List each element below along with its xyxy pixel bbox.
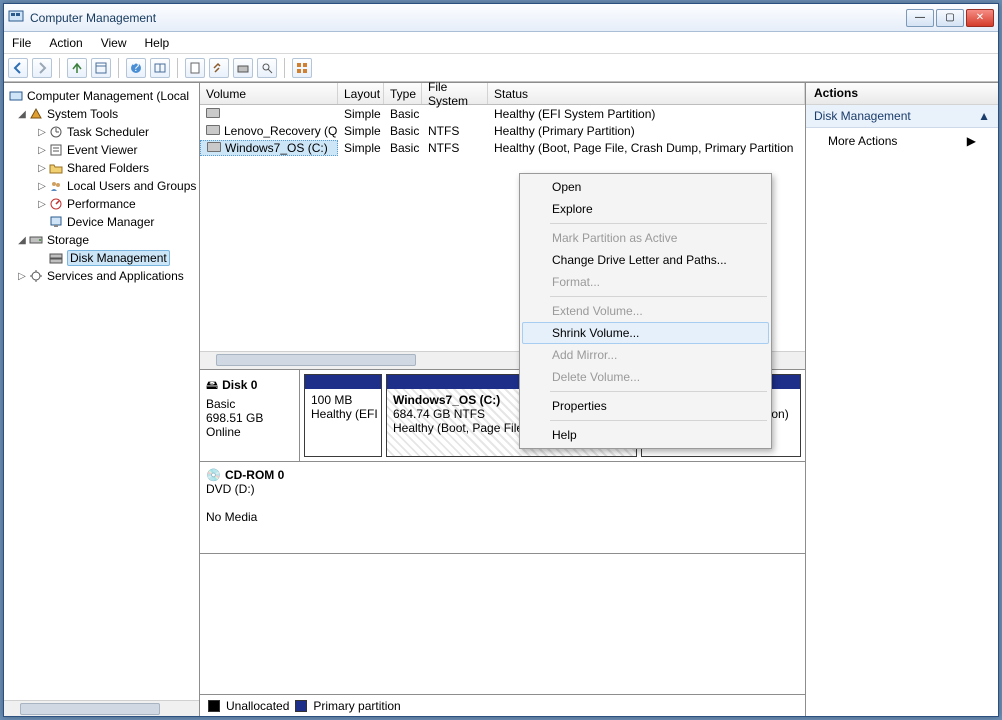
menubar: File Action View Help xyxy=(4,32,998,54)
col-layout[interactable]: Layout xyxy=(338,83,384,104)
ctx-change-letter[interactable]: Change Drive Letter and Paths... xyxy=(522,249,769,271)
tree-disk-management[interactable]: Disk Management xyxy=(4,249,199,267)
legend-primary-label: Primary partition xyxy=(313,699,400,713)
volume-header: Volume Layout Type File System Status xyxy=(200,83,805,105)
ctx-format: Format... xyxy=(522,271,769,293)
collapse-icon: ▲ xyxy=(978,109,990,123)
drive-icon xyxy=(207,142,221,152)
cdrom-header[interactable]: 💿CD-ROM 0 DVD (D:) No Media xyxy=(200,462,300,553)
cdrom-icon: 💿 xyxy=(206,468,221,482)
tool-5[interactable] xyxy=(292,58,312,78)
ctx-mirror: Add Mirror... xyxy=(522,344,769,366)
ctx-delete: Delete Volume... xyxy=(522,366,769,388)
partition-efi[interactable]: 100 MBHealthy (EFI xyxy=(304,374,382,457)
tree-shared-folders[interactable]: ▷Shared Folders xyxy=(4,159,199,177)
tree-performance[interactable]: ▷Performance xyxy=(4,195,199,213)
window-title: Computer Management xyxy=(30,11,904,25)
toolbar: ? xyxy=(4,54,998,82)
tree-storage[interactable]: ◢Storage xyxy=(4,231,199,249)
chevron-right-icon: ▶ xyxy=(967,134,976,148)
col-status[interactable]: Status xyxy=(488,83,805,104)
menu-file[interactable]: File xyxy=(12,36,31,50)
ctx-help[interactable]: Help xyxy=(522,424,769,446)
context-menu: Open Explore Mark Partition as Active Ch… xyxy=(519,173,772,449)
menu-view[interactable]: View xyxy=(101,36,127,50)
tool-1[interactable] xyxy=(185,58,205,78)
ctx-shrink[interactable]: Shrink Volume... xyxy=(522,322,769,344)
tree-device-manager[interactable]: Device Manager xyxy=(4,213,199,231)
legend-unallocated-swatch xyxy=(208,700,220,712)
tree-scrollbar[interactable] xyxy=(4,700,199,716)
titlebar[interactable]: Computer Management — ▢ ✕ xyxy=(4,4,998,32)
disk-row-cdrom: 💿CD-ROM 0 DVD (D:) No Media xyxy=(200,462,805,554)
maximize-button[interactable]: ▢ xyxy=(936,9,964,27)
actions-header: Actions xyxy=(806,83,998,105)
disk-header[interactable]: 🖴Disk 0 Basic 698.51 GB Online xyxy=(200,370,300,461)
volume-row-selected[interactable]: Windows7_OS (C:) Simple Basic NTFS Healt… xyxy=(200,139,805,156)
col-type[interactable]: Type xyxy=(384,83,422,104)
tree-services-apps[interactable]: ▷Services and Applications xyxy=(4,267,199,285)
ctx-properties[interactable]: Properties xyxy=(522,395,769,417)
computer-management-window: Computer Management — ▢ ✕ File Action Vi… xyxy=(3,3,999,717)
volume-row[interactable]: Simple Basic Healthy (EFI System Partiti… xyxy=(200,105,805,122)
ctx-open[interactable]: Open xyxy=(522,176,769,198)
minimize-button[interactable]: — xyxy=(906,9,934,27)
drive-icon xyxy=(206,125,220,135)
properties-button[interactable] xyxy=(91,58,111,78)
tree-systools[interactable]: ◢System Tools xyxy=(4,105,199,123)
tool-2[interactable] xyxy=(209,58,229,78)
tree-users-groups[interactable]: ▷Local Users and Groups xyxy=(4,177,199,195)
forward-button[interactable] xyxy=(32,58,52,78)
drive-icon xyxy=(206,108,220,118)
help-button[interactable]: ? xyxy=(126,58,146,78)
legend-unallocated-label: Unallocated xyxy=(226,699,289,713)
col-fs[interactable]: File System xyxy=(422,83,488,104)
app-icon xyxy=(8,8,24,27)
close-button[interactable]: ✕ xyxy=(966,9,994,27)
ctx-mark-active: Mark Partition as Active xyxy=(522,227,769,249)
ctx-explore[interactable]: Explore xyxy=(522,198,769,220)
view-button[interactable] xyxy=(150,58,170,78)
svg-text:?: ? xyxy=(133,61,140,74)
actions-more[interactable]: More Actions▶ xyxy=(806,128,998,154)
actions-section[interactable]: Disk Management▲ xyxy=(806,105,998,128)
menu-help[interactable]: Help xyxy=(145,36,170,50)
tree-task-scheduler[interactable]: ▷Task Scheduler xyxy=(4,123,199,141)
legend: Unallocated Primary partition xyxy=(200,694,805,716)
tool-3[interactable] xyxy=(233,58,253,78)
tree-pane: Computer Management (Local ◢System Tools… xyxy=(4,83,200,716)
menu-action[interactable]: Action xyxy=(49,36,82,50)
tool-4[interactable] xyxy=(257,58,277,78)
col-volume[interactable]: Volume xyxy=(200,83,338,104)
up-button[interactable] xyxy=(67,58,87,78)
legend-primary-swatch xyxy=(295,700,307,712)
volume-row[interactable]: Lenovo_Recovery (Q:) Simple Basic NTFS H… xyxy=(200,122,805,139)
tree-event-viewer[interactable]: ▷Event Viewer xyxy=(4,141,199,159)
tree-root[interactable]: Computer Management (Local xyxy=(4,87,199,105)
disk-icon: 🖴 xyxy=(206,378,218,392)
back-button[interactable] xyxy=(8,58,28,78)
ctx-extend: Extend Volume... xyxy=(522,300,769,322)
actions-pane: Actions Disk Management▲ More Actions▶ xyxy=(806,83,998,716)
